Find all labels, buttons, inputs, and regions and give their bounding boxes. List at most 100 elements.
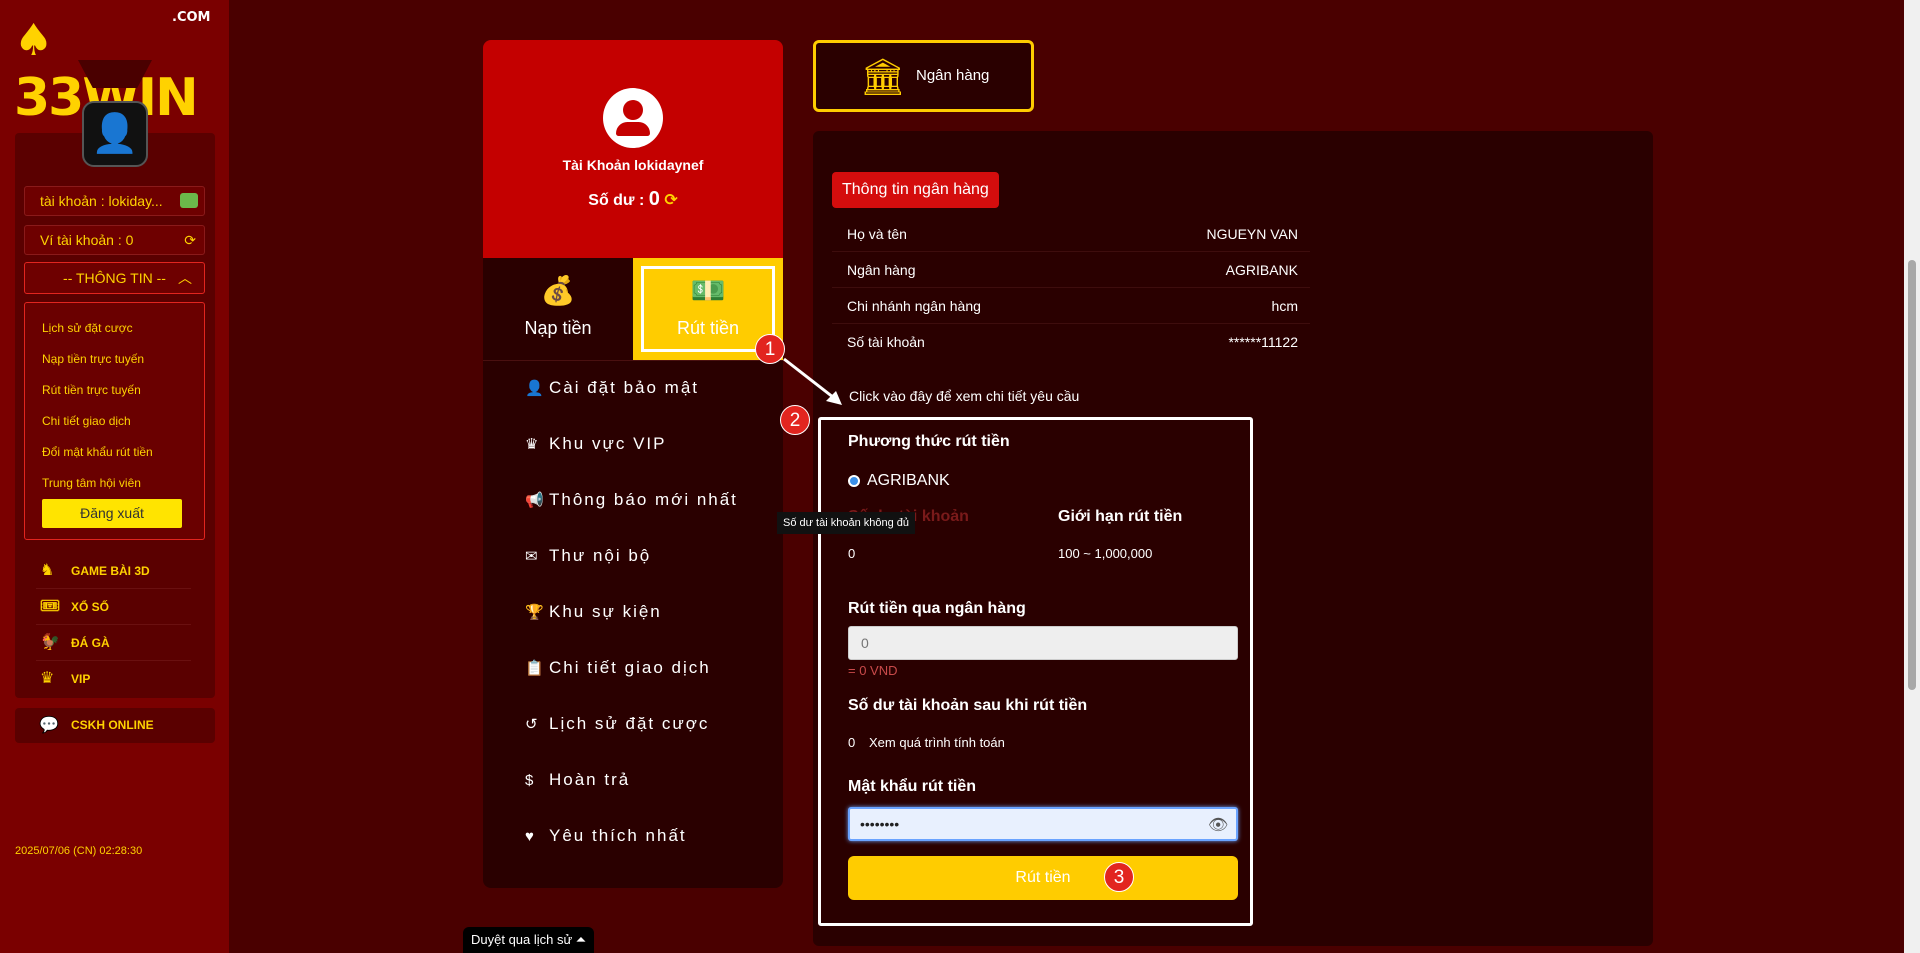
account-label: tài khoản : lokiday...	[40, 193, 163, 209]
browse-history-bar[interactable]: Duyệt qua lịch sử ⏶	[463, 927, 595, 953]
after-balance-value: 0	[848, 735, 856, 750]
page-scrollbar[interactable]	[1904, 0, 1920, 953]
calculation-link[interactable]: Xem quá trình tính toán	[869, 735, 1005, 750]
menu-item-events[interactable]: 🏆 Khu sự kiện	[525, 602, 662, 622]
logo[interactable]: ♠33WIN .COM	[14, 8, 214, 128]
tab-deposit[interactable]: 💰 Nạp tiền	[483, 258, 633, 360]
chat-icon[interactable]	[180, 193, 198, 208]
menu-label: Lịch sử đặt cược	[549, 714, 710, 733]
refresh-icon[interactable]: ⟳	[664, 192, 677, 209]
chevron-up-icon: ︿	[178, 270, 192, 286]
refresh-icon[interactable]: ⟳	[184, 226, 196, 254]
bank-withdraw-title: Rút tiền qua ngân hàng	[848, 600, 1026, 617]
profile-card: Tài Khoản lokidaynef Số dư : 0 ⟳	[483, 40, 783, 258]
game-item-3d[interactable]: ♞ GAME BÀI 3D	[36, 553, 191, 589]
info-toggle[interactable]: -- THÔNG TIN -- ︿	[24, 262, 205, 294]
method-title: Phương thức rút tiền	[848, 433, 1010, 450]
wallet-box: Ví tài khoản : 0 ⟳	[24, 225, 205, 255]
logo-suffix: .COM	[172, 10, 211, 25]
dropdown-item-member-center[interactable]: Trung tâm hội viên	[42, 476, 141, 490]
info-key: Số tài khoản	[847, 334, 925, 350]
menu-item-transactions[interactable]: 📋 Chi tiết giao dịch	[525, 658, 711, 678]
scrollbar-thumb[interactable]	[1908, 260, 1916, 690]
bank-building-icon: 🏛	[860, 56, 906, 97]
password-title: Mật khẩu rút tiền	[848, 778, 977, 795]
withdraw-password-input[interactable]	[848, 807, 1238, 841]
bank-radio[interactable]	[848, 475, 860, 487]
menu-label: Thông báo mới nhất	[549, 490, 738, 509]
limit-value: 100 ~ 1,000,000	[1058, 546, 1153, 561]
menu-item-inbox[interactable]: ✉ Thư nội bộ	[525, 546, 651, 566]
menu-item-favorites[interactable]: ♥ Yêu thích nhất	[525, 826, 687, 846]
sidebar: ♠33WIN .COM 👤 tài khoản : lokiday... Ví …	[0, 0, 229, 953]
user-avatar: 👤	[82, 101, 148, 167]
menu-item-bet-history[interactable]: ↺ Lịch sử đặt cược	[525, 714, 709, 734]
account-box: tài khoản : lokiday...	[24, 186, 205, 216]
menu-label: Chi tiết giao dịch	[549, 658, 711, 677]
menu-divider	[483, 360, 783, 361]
game-label: VIP	[71, 672, 91, 686]
dropdown-item-change-password[interactable]: Đổi mật khẩu rút tiền	[42, 445, 153, 459]
info-value: AGRIBANK	[1225, 262, 1298, 278]
dropdown-item-withdraw[interactable]: Rút tiền trực tuyến	[42, 383, 141, 397]
info-key: Ngân hàng	[847, 262, 916, 278]
hand-money-icon: 💵	[690, 275, 726, 306]
after-balance-title: Số dư tài khoản sau khi rút tiền	[848, 697, 1088, 714]
game-item-vip[interactable]: ♛ VIP	[36, 661, 191, 697]
menu-label: Thư nội bộ	[549, 546, 652, 565]
logout-button[interactable]: Đăng xuất	[42, 499, 182, 528]
withdraw-form: Phương thức rút tiền AGRIBANK Số dư tài …	[818, 417, 1253, 926]
money-bag-icon: 💰	[540, 275, 576, 306]
bank-tab-label: Ngân hàng	[916, 67, 990, 84]
menu-item-security[interactable]: 👤 Cài đặt bảo mật	[525, 378, 699, 398]
balance-value: 0	[648, 188, 660, 210]
cskh-label: CSKH ONLINE	[71, 718, 154, 732]
balance-line: Số dư : 0 ⟳	[483, 188, 783, 211]
info-row-branch: Chi nhánh ngân hàng hcm	[832, 288, 1310, 324]
trophy-icon: 🏆	[525, 604, 544, 621]
envelope-icon: ✉	[525, 548, 538, 565]
tab-deposit-label: Nạp tiền	[524, 318, 592, 338]
step-badge-3: 3	[1104, 862, 1134, 892]
chat-bubble-icon: 💬	[39, 717, 59, 734]
menu-label: Yêu thích nhất	[549, 826, 687, 845]
cskh-online-button[interactable]: 💬 CSKH ONLINE	[15, 708, 215, 743]
heart-icon: ♥	[525, 828, 534, 845]
game-item-cockfight[interactable]: 🐓 ĐÁ GÀ	[36, 625, 191, 661]
wallet-label: Ví tài khoản : 0	[40, 232, 134, 248]
menu-item-notifications[interactable]: 📢 Thông báo mới nhất	[525, 490, 738, 510]
account-name: Tài Khoản lokidaynef	[562, 157, 704, 173]
balance-value: 0	[848, 546, 856, 561]
datetime: 2025/07/06 (CN) 02:28:30	[15, 845, 143, 857]
dropdown-item-deposit[interactable]: Nạp tiền trực tuyến	[42, 352, 144, 366]
info-value: ******11122	[1228, 334, 1298, 350]
limit-title: Giới hạn rút tiền	[1058, 508, 1183, 525]
ticket-icon: 🎟	[40, 598, 61, 615]
click-hint-link[interactable]: Click vào đây để xem chi tiết yêu cầu	[849, 388, 1079, 404]
arrow-annotation	[783, 357, 842, 405]
bank-tab-button[interactable]: 🏛 Ngân hàng	[813, 40, 1034, 112]
game-label: XỔ SỐ	[71, 600, 110, 614]
user-lock-icon: 👤	[525, 380, 544, 397]
dropdown-item-transactions[interactable]: Chi tiết giao dịch	[42, 414, 131, 428]
game-label: GAME BÀI 3D	[71, 564, 150, 578]
withdraw-submit-button[interactable]: Rút tiền	[848, 856, 1238, 900]
menu-item-vip[interactable]: ♛ Khu vực VIP	[525, 434, 666, 454]
user-silhouette-icon: 👤	[91, 113, 139, 155]
info-key: Chi nhánh ngân hàng	[847, 298, 981, 314]
chess-knight-icon: ♞	[40, 562, 55, 579]
game-item-lottery[interactable]: 🎟 XỔ SỐ	[36, 589, 191, 625]
menu-label: Khu vực VIP	[549, 434, 667, 453]
menu-label: Khu sự kiện	[549, 602, 662, 621]
dropdown-item-bet-history[interactable]: Lịch sử đặt cược	[42, 321, 133, 335]
menu-item-rebate[interactable]: $ Hoàn trả	[525, 770, 630, 790]
amount-input[interactable]	[848, 626, 1238, 660]
rooster-icon: 🐓	[40, 634, 60, 651]
balance-label: Số dư :	[588, 192, 645, 209]
step-badge-2: 2	[780, 405, 810, 435]
info-dropdown: Lịch sử đặt cược Nạp tiền trực tuyến Rút…	[24, 302, 205, 540]
crown-icon: ♛	[40, 670, 55, 687]
eye-slash-icon[interactable]: 👁	[1208, 815, 1228, 835]
game-label: ĐÁ GÀ	[71, 636, 110, 650]
insufficient-balance-tooltip: Số dư tài khoản không đủ	[777, 512, 916, 534]
